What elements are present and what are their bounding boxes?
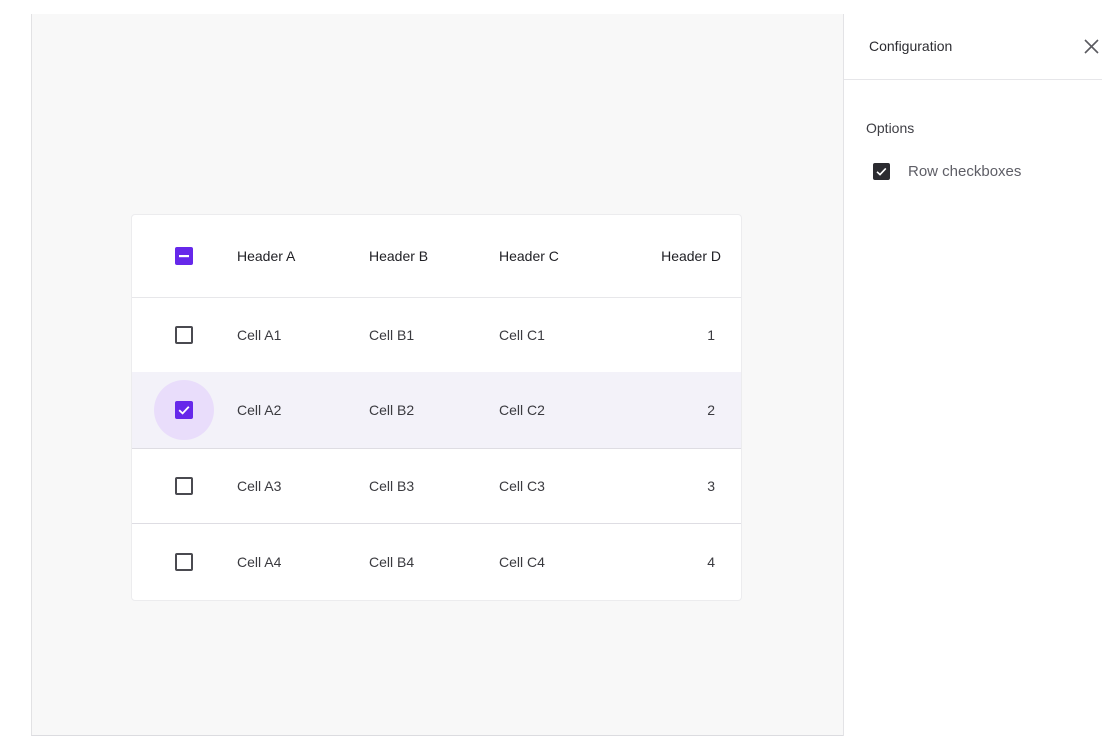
cell-b: Cell B3 xyxy=(369,478,415,494)
table-header-row: Header A Header B Header C Header D xyxy=(132,215,741,298)
table-row[interactable]: Cell A3 Cell B3 Cell C3 3 xyxy=(132,449,741,524)
cell-d: 4 xyxy=(707,554,715,570)
row-checkbox[interactable] xyxy=(175,401,193,419)
data-table: Header A Header B Header C Header D Cell… xyxy=(131,214,742,601)
row-checkbox-wrap[interactable] xyxy=(154,305,214,365)
cell-a: Cell A2 xyxy=(237,402,282,418)
options-section-label: Options xyxy=(866,120,915,136)
cell-b: Cell B1 xyxy=(369,326,415,343)
cell-c: Cell C3 xyxy=(499,478,545,494)
header-c[interactable]: Header C xyxy=(499,248,559,264)
row-checkbox[interactable] xyxy=(175,553,193,571)
close-button[interactable] xyxy=(1080,36,1102,58)
row-checkbox-wrap[interactable] xyxy=(154,456,214,516)
select-all-checkbox[interactable] xyxy=(175,247,193,265)
row-checkbox[interactable] xyxy=(175,325,193,344)
table-row[interactable]: Cell A4 Cell B4 Cell C4 4 xyxy=(132,524,741,600)
panel-header: Configuration xyxy=(844,14,1102,80)
header-b[interactable]: Header B xyxy=(369,248,428,264)
cell-a: Cell A4 xyxy=(237,554,282,570)
close-icon xyxy=(1084,39,1099,54)
cell-a: Cell A1 xyxy=(237,326,282,343)
cell-d: 2 xyxy=(707,402,715,418)
cell-b: Cell B2 xyxy=(369,402,415,418)
check-icon xyxy=(178,406,190,415)
row-checkbox[interactable] xyxy=(175,477,193,495)
row-checkboxes-checkbox[interactable] xyxy=(873,163,890,180)
panel-title: Configuration xyxy=(869,38,953,54)
row-checkboxes-label: Row checkboxes xyxy=(908,163,1022,180)
app-frame: Header A Header B Header C Header D Cell… xyxy=(0,0,1102,754)
cell-c: Cell C2 xyxy=(499,402,545,418)
select-all-checkbox-wrap[interactable] xyxy=(154,226,214,286)
row-checkbox-wrap[interactable] xyxy=(154,380,214,440)
cell-a: Cell A3 xyxy=(237,478,282,494)
cell-d: 1 xyxy=(707,326,715,343)
check-icon xyxy=(876,167,887,176)
table-row-selected[interactable]: Cell A2 Cell B2 Cell C2 2 xyxy=(132,372,741,449)
header-d[interactable]: Header D xyxy=(661,248,721,264)
cell-c: Cell C4 xyxy=(499,554,545,570)
row-checkboxes-option[interactable]: Row checkboxes xyxy=(873,161,1093,183)
cell-d: 3 xyxy=(707,478,715,494)
cell-c: Cell C1 xyxy=(499,326,545,343)
configuration-panel: Configuration Options Row checkboxes xyxy=(843,14,1102,736)
indeterminate-icon xyxy=(179,255,189,258)
header-a[interactable]: Header A xyxy=(237,248,295,264)
cell-b: Cell B4 xyxy=(369,554,415,570)
table-row[interactable]: Cell A1 Cell B1 Cell C1 1 xyxy=(132,298,741,372)
row-checkbox-wrap[interactable] xyxy=(154,532,214,592)
